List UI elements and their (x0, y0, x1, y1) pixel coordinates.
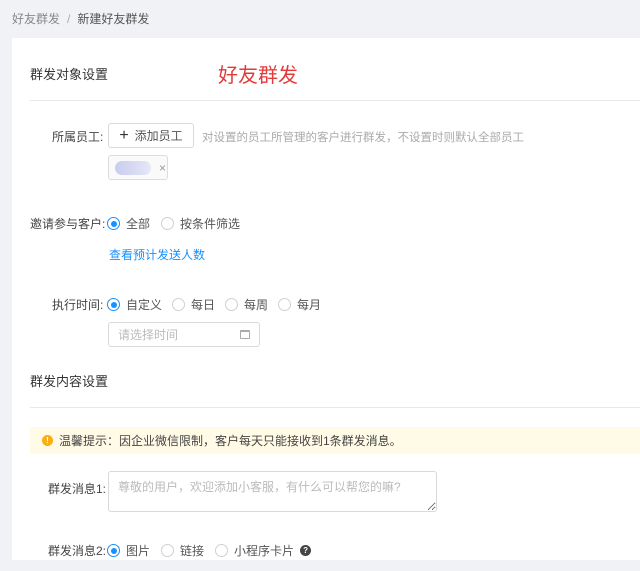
plus-icon: + (119, 126, 129, 144)
help-icon[interactable]: ? (300, 545, 312, 556)
staff-label: 所属员工: (52, 130, 104, 144)
view-estimated-recipients-link[interactable]: 查看预计发送人数 (109, 246, 205, 263)
add-staff-label: 添加员工 (134, 129, 183, 143)
message1-label: 群发消息1: (48, 482, 107, 496)
radio-unchecked-icon (278, 298, 291, 311)
staff-hint: 对设置的员工所管理的客户进行群发，不设置时则默认全部员工 (202, 132, 524, 144)
radio-exec-custom[interactable]: 自定义 (107, 296, 162, 313)
radio-label: 图片 (126, 544, 151, 558)
radio-unchecked-icon (161, 217, 174, 230)
radio-checked-icon (107, 298, 120, 311)
page-title: 好友群发 (218, 65, 298, 87)
section-title-target: 群发对象设置 (30, 67, 109, 82)
radio-exec-monthly[interactable]: 每月 (278, 296, 321, 313)
radio-checked-icon (107, 217, 120, 230)
radio-label: 每月 (297, 298, 322, 312)
alert-text: 温馨提示：因企业微信限制，客户每天只能接收到1条群发消息。 (59, 434, 402, 448)
message1-textarea[interactable] (108, 471, 437, 512)
date-placeholder: 请选择时间 (118, 328, 179, 342)
radio-msg-miniprogram[interactable]: 小程序卡片? (215, 542, 312, 559)
radio-msg-image[interactable]: 图片 (107, 542, 150, 559)
radio-label: 自定义 (126, 298, 163, 312)
warning-icon: ! (42, 435, 53, 446)
add-staff-button[interactable]: + 添加员工 (108, 123, 194, 148)
breadcrumb: 好友群发 / 新建好友群发 (12, 10, 149, 27)
radio-invite-filter[interactable]: 按条件筛选 (161, 215, 240, 232)
date-picker-input[interactable]: 请选择时间 (108, 322, 260, 347)
radio-unchecked-icon (161, 544, 174, 557)
radio-label: 每周 (244, 298, 269, 312)
radio-label: 全部 (126, 217, 151, 231)
radio-unchecked-icon (172, 298, 185, 311)
calendar-icon (240, 330, 250, 339)
radio-label: 每日 (191, 298, 216, 312)
exec-time-label: 执行时间: (52, 298, 104, 312)
divider (30, 100, 640, 101)
radio-exec-daily[interactable]: 每日 (172, 296, 215, 313)
breadcrumb-separator: / (67, 12, 71, 26)
section-title-content: 群发内容设置 (30, 374, 109, 389)
radio-label: 小程序卡片 (234, 544, 295, 558)
message2-label: 群发消息2: (48, 544, 107, 558)
radio-unchecked-icon (225, 298, 238, 311)
breadcrumb-item-friend-broadcast[interactable]: 好友群发 (12, 12, 60, 26)
staff-tag: × (108, 155, 168, 180)
radio-label: 按条件筛选 (180, 217, 241, 231)
radio-exec-weekly[interactable]: 每周 (225, 296, 268, 313)
blurred-staff-name (115, 160, 151, 175)
divider (30, 407, 640, 408)
close-icon[interactable]: × (159, 161, 166, 175)
radio-label: 链接 (180, 544, 205, 558)
radio-checked-icon (107, 544, 120, 557)
radio-msg-link[interactable]: 链接 (161, 542, 204, 559)
breadcrumb-item-current: 新建好友群发 (77, 12, 150, 26)
invite-label: 邀请参与客户: (30, 217, 106, 231)
warning-alert: ! 温馨提示：因企业微信限制，客户每天只能接收到1条群发消息。 (30, 427, 640, 454)
radio-invite-all[interactable]: 全部 (107, 215, 150, 232)
radio-unchecked-icon (215, 544, 228, 557)
